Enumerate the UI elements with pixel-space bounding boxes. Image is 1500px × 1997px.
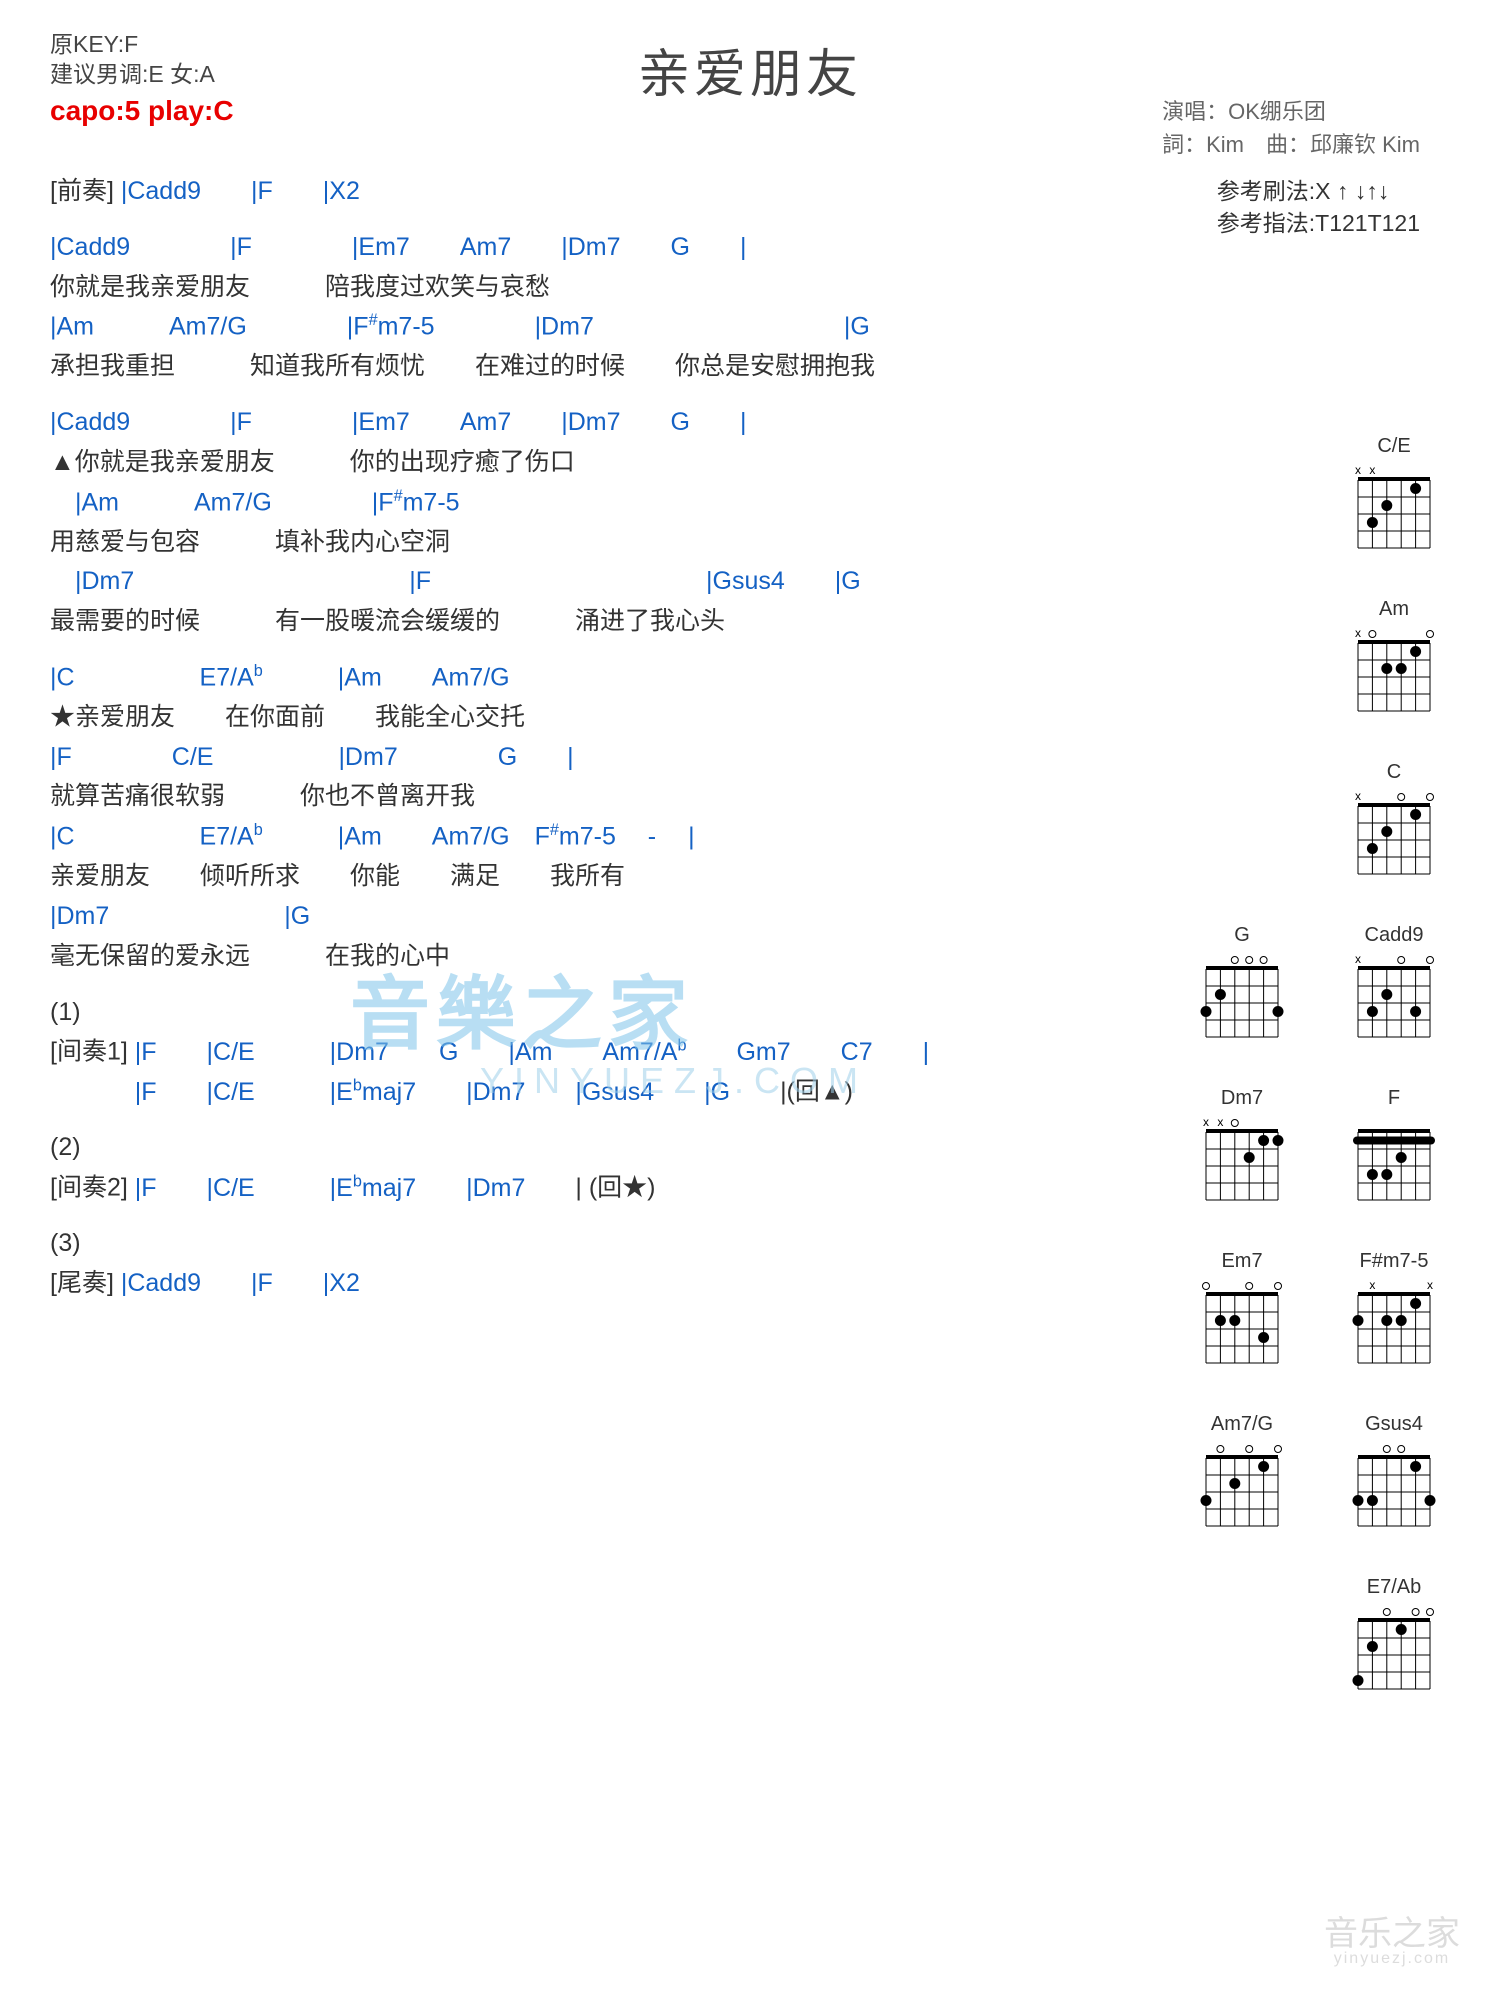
outro: [尾奏] |Cadd9 |F |X2 bbox=[50, 1267, 1090, 1301]
outro-label: [尾奏] bbox=[50, 1269, 114, 1297]
chord-diagram-label: Am bbox=[1379, 598, 1409, 621]
suggested-key: 建议男调:E 女:A bbox=[50, 60, 215, 90]
chord-diagrams: C/ExxAmxCxGCadd9xDm7xxFEm7F#m7-5xxAm7/GG… bbox=[1140, 435, 1440, 1739]
chord-line: |Am Am7/G |F#m7-5 bbox=[50, 486, 1090, 520]
chord-diagram: Am7/G bbox=[1196, 1413, 1288, 1536]
lyric-line: 最需要的时候 有一股暖流会缓缓的 涌进了我心头 bbox=[50, 605, 1090, 639]
chord-line: |Cadd9 |F |Em7 Am7 |Dm7 G | bbox=[50, 406, 1090, 440]
finger-pattern: 参考指法:T121T121 bbox=[1217, 207, 1420, 239]
lyric-line: 毫无保留的爱永远 在我的心中 bbox=[50, 940, 1090, 974]
fretboard-icon: x bbox=[1348, 625, 1440, 721]
chord-diagram: Cx bbox=[1348, 761, 1440, 884]
fretboard-icon bbox=[1196, 1440, 1288, 1536]
chord-diagram-label: C/E bbox=[1377, 435, 1410, 458]
interlude2-label: [间奏2] bbox=[50, 1174, 128, 1202]
key-info: 原KEY:F 建议男调:E 女:A bbox=[50, 30, 215, 90]
chord-diagram-label: Cadd9 bbox=[1365, 924, 1424, 947]
fretboard-icon: xx bbox=[1196, 1114, 1288, 1210]
svg-text:x: x bbox=[1203, 1115, 1209, 1129]
svg-text:x: x bbox=[1355, 952, 1361, 966]
chord-diagram: Cadd9 x bbox=[1348, 924, 1440, 1047]
chord-diagram: F bbox=[1348, 1087, 1440, 1210]
chord-diagram-label: F#m7-5 bbox=[1360, 1250, 1429, 1273]
chord-line: |C E7/Ab |Am Am7/G F#m7-5 - | bbox=[50, 820, 1090, 854]
chorus: |C E7/Ab |Am Am7/G ★亲爱朋友 在你面前 我能全心交托 |F … bbox=[50, 661, 1090, 974]
lyric-line: ▲你就是我亲爱朋友 你的出现疗癒了伤口 bbox=[50, 446, 1090, 480]
corner-watermark: 音乐之家 yinyuezj.com bbox=[1324, 1917, 1460, 1967]
intro-label: [前奏] bbox=[50, 177, 114, 205]
fretboard-icon bbox=[1196, 1277, 1288, 1373]
lyric-line: ★亲爱朋友 在你面前 我能全心交托 bbox=[50, 701, 1090, 735]
fretboard-icon: x bbox=[1348, 951, 1440, 1047]
artist: 演唱：OK绷乐团 bbox=[1162, 95, 1420, 128]
fretboard-icon bbox=[1196, 951, 1288, 1047]
fretboard-icon: x bbox=[1348, 788, 1440, 884]
fretboard-icon bbox=[1348, 1114, 1440, 1210]
fretboard-icon bbox=[1348, 1603, 1440, 1699]
svg-text:x: x bbox=[1369, 1278, 1375, 1292]
strum-pattern: 参考刷法:X ↑ ↓↑↓ bbox=[1217, 175, 1420, 207]
chord-diagram-label: Em7 bbox=[1221, 1250, 1262, 1273]
outro-chords: |Cadd9 |F |X2 bbox=[121, 1269, 360, 1297]
intro-chords: |Cadd9 |F |X2 bbox=[121, 177, 360, 205]
lyric-line: 就算苦痛很软弱 你也不曾离开我 bbox=[50, 780, 1090, 814]
lyric-line: 亲爱朋友 倾听所求 你能 满足 我所有 bbox=[50, 860, 1090, 894]
chord-diagram-label: Dm7 bbox=[1221, 1087, 1263, 1110]
lyric-line: 用慈爱与包容 填补我内心空洞 bbox=[50, 526, 1090, 560]
chord-diagram-label: E7/Ab bbox=[1367, 1576, 1421, 1599]
verse-1: |Cadd9 |F |Em7 Am7 |Dm7 G | 你就是我亲爱朋友 陪我度… bbox=[50, 231, 1090, 384]
svg-text:x: x bbox=[1217, 1115, 1223, 1129]
interlude-2: [间奏2] |F |C/E |Ebmaj7 |Dm7 | (回★) bbox=[50, 1171, 1090, 1205]
chord-sheet: [前奏] |Cadd9 |F |X2 |Cadd9 |F |Em7 Am7 |D… bbox=[50, 175, 1090, 1323]
chord-line: |F |C/E |Ebmaj7 |Dm7 bbox=[135, 1174, 576, 1202]
fretboard-icon: xx bbox=[1348, 1277, 1440, 1373]
fretboard-icon: xx bbox=[1348, 462, 1440, 558]
chord-diagram-label: G bbox=[1234, 924, 1250, 947]
svg-text:x: x bbox=[1355, 626, 1361, 640]
chord-diagram: G bbox=[1196, 924, 1288, 1047]
section-number: (1) bbox=[50, 996, 1090, 1030]
chord-diagram: Gsus4 bbox=[1348, 1413, 1440, 1536]
chord-diagram-label: C bbox=[1387, 761, 1401, 784]
chord-line: |C E7/Ab |Am Am7/G bbox=[50, 661, 1090, 695]
chord-diagram: F#m7-5xx bbox=[1348, 1250, 1440, 1373]
songwriter: 詞：Kim 曲：邱廉钦 Kim bbox=[1162, 128, 1420, 161]
original-key: 原KEY:F bbox=[50, 30, 215, 60]
section-number: (2) bbox=[50, 1131, 1090, 1165]
chord-diagram: Em7 bbox=[1196, 1250, 1288, 1373]
watermark-sub: YINYUEZJ.COM bbox=[480, 1060, 868, 1102]
credits: 演唱：OK绷乐团 詞：Kim 曲：邱廉钦 Kim bbox=[1162, 95, 1420, 161]
chord-diagram: Am x bbox=[1348, 598, 1440, 721]
reference-patterns: 参考刷法:X ↑ ↓↑↓ 参考指法:T121T121 bbox=[1217, 175, 1420, 239]
chord-line: |Dm7 |F |Gsus4 |G bbox=[50, 565, 1090, 599]
chord-line: |Am Am7/G |F#m7-5 |Dm7 |G bbox=[50, 310, 1090, 344]
chord-diagram: Dm7 xx bbox=[1196, 1087, 1288, 1210]
fretboard-icon bbox=[1348, 1440, 1440, 1536]
chord-line: |Dm7 |G bbox=[50, 900, 1090, 934]
svg-text:x: x bbox=[1355, 789, 1361, 803]
chord-line: |Cadd9 |F |Em7 Am7 |Dm7 G | bbox=[50, 231, 1090, 265]
capo-info: capo:5 play:C bbox=[50, 95, 234, 127]
interlude1-label: [间奏1] bbox=[50, 1038, 128, 1066]
svg-text:x: x bbox=[1369, 463, 1375, 477]
svg-text:x: x bbox=[1355, 463, 1361, 477]
lyric-line: 承担我重担 知道我所有烦忧 在难过的时候 你总是安慰拥抱我 bbox=[50, 350, 1090, 384]
lyric-line: 你就是我亲爱朋友 陪我度过欢笑与哀愁 bbox=[50, 271, 1090, 305]
section-number: (3) bbox=[50, 1227, 1090, 1261]
chord-line: |F C/E |Dm7 G | bbox=[50, 741, 1090, 775]
chord-diagram-label: Gsus4 bbox=[1365, 1413, 1423, 1436]
chord-diagram-label: Am7/G bbox=[1211, 1413, 1273, 1436]
repeat-marker: | (回★) bbox=[575, 1174, 655, 1202]
verse-2: |Cadd9 |F |Em7 Am7 |Dm7 G | ▲你就是我亲爱朋友 你的… bbox=[50, 406, 1090, 639]
svg-text:x: x bbox=[1427, 1278, 1433, 1292]
chord-diagram: E7/Ab bbox=[1348, 1576, 1440, 1699]
chord-diagram-label: F bbox=[1388, 1087, 1400, 1110]
chord-diagram: C/Exx bbox=[1348, 435, 1440, 558]
